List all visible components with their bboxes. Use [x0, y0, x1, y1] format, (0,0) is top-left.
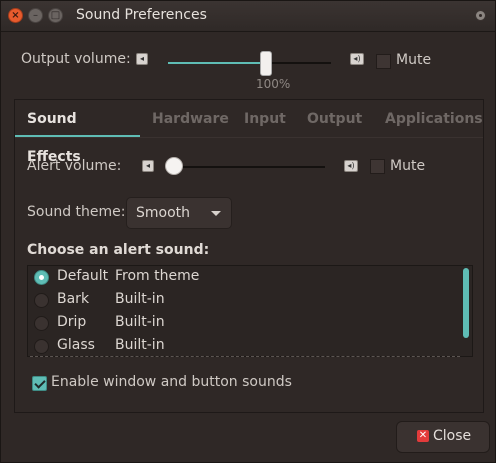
list-item[interactable]: Default From theme: [28, 266, 458, 289]
enable-sounds-checkbox[interactable]: [32, 376, 47, 391]
alert-sound-name: Drip: [57, 314, 87, 330]
output-volume-thumb[interactable]: [260, 51, 272, 76]
alert-volume-thumb[interactable]: [165, 157, 183, 175]
list-item[interactable]: Glass Built-in: [28, 335, 458, 358]
list-item[interactable]: Bark Built-in: [28, 289, 458, 312]
dropdown-arrow-icon: [211, 211, 221, 216]
alert-volume-label: Alert volume:: [27, 158, 122, 174]
close-icon: ✕: [417, 430, 429, 442]
alert-sound-type: Built-in: [115, 291, 165, 307]
alert-sound-list: Default From theme Bark Built-in Drip Bu…: [27, 265, 473, 357]
close-button-label: Close: [433, 428, 472, 444]
tab-applications[interactable]: Applications: [373, 100, 495, 137]
alert-sound-radio[interactable]: [34, 270, 49, 285]
speaker-low-icon: ◂: [142, 160, 154, 172]
alert-sound-radio[interactable]: [34, 339, 49, 354]
window-menu-button[interactable]: [475, 10, 486, 21]
alert-sound-type: Built-in: [115, 314, 165, 330]
speaker-high-icon: ◂): [350, 53, 364, 65]
tab-output[interactable]: Output: [295, 100, 374, 137]
list-scrollbar[interactable]: [463, 268, 469, 338]
window-minimize-button[interactable]: –: [28, 8, 43, 23]
output-mute-checkbox[interactable]: [376, 54, 391, 69]
choose-alert-sound-heading: Choose an alert sound:: [27, 242, 210, 258]
speaker-low-icon: ◂: [136, 53, 148, 65]
sound-theme-label: Sound theme:: [27, 204, 126, 220]
tab-divider: [15, 137, 483, 138]
close-button[interactable]: ✕ Close: [396, 421, 490, 453]
window-close-button[interactable]: ×: [8, 8, 23, 23]
enable-sounds-label[interactable]: Enable window and button sounds: [51, 374, 292, 390]
tab-hardware[interactable]: Hardware: [140, 100, 241, 137]
alert-sound-radio[interactable]: [34, 293, 49, 308]
alert-mute-checkbox[interactable]: [370, 159, 385, 174]
window-title: Sound Preferences: [76, 7, 207, 23]
alert-sound-name: Bark: [57, 291, 90, 307]
speaker-high-icon: ◂): [344, 160, 358, 172]
output-volume-label: Output volume:: [21, 51, 131, 67]
alert-sound-name: Default: [57, 268, 109, 284]
window-maximize-button[interactable]: □: [48, 8, 63, 23]
sound-preferences-window: × – □ Sound Preferences Output volume: ◂…: [0, 0, 496, 463]
sound-theme-dropdown[interactable]: Smooth: [126, 197, 232, 229]
output-volume-value: 100%: [256, 77, 291, 91]
alert-sound-radio[interactable]: [34, 316, 49, 331]
sound-theme-value: Smooth: [136, 205, 191, 221]
alert-sound-type: From theme: [115, 268, 200, 284]
tab-input[interactable]: Input: [232, 100, 298, 137]
title-bar: × – □ Sound Preferences: [1, 1, 495, 32]
list-divider: [30, 356, 460, 357]
tab-sound-effects[interactable]: Sound Effects: [15, 100, 140, 165]
alert-sound-name: Glass: [57, 337, 95, 353]
list-item[interactable]: Drip Built-in: [28, 312, 458, 335]
output-mute-label[interactable]: Mute: [396, 52, 431, 68]
alert-sound-type: Built-in: [115, 337, 165, 353]
alert-mute-label[interactable]: Mute: [390, 158, 425, 174]
